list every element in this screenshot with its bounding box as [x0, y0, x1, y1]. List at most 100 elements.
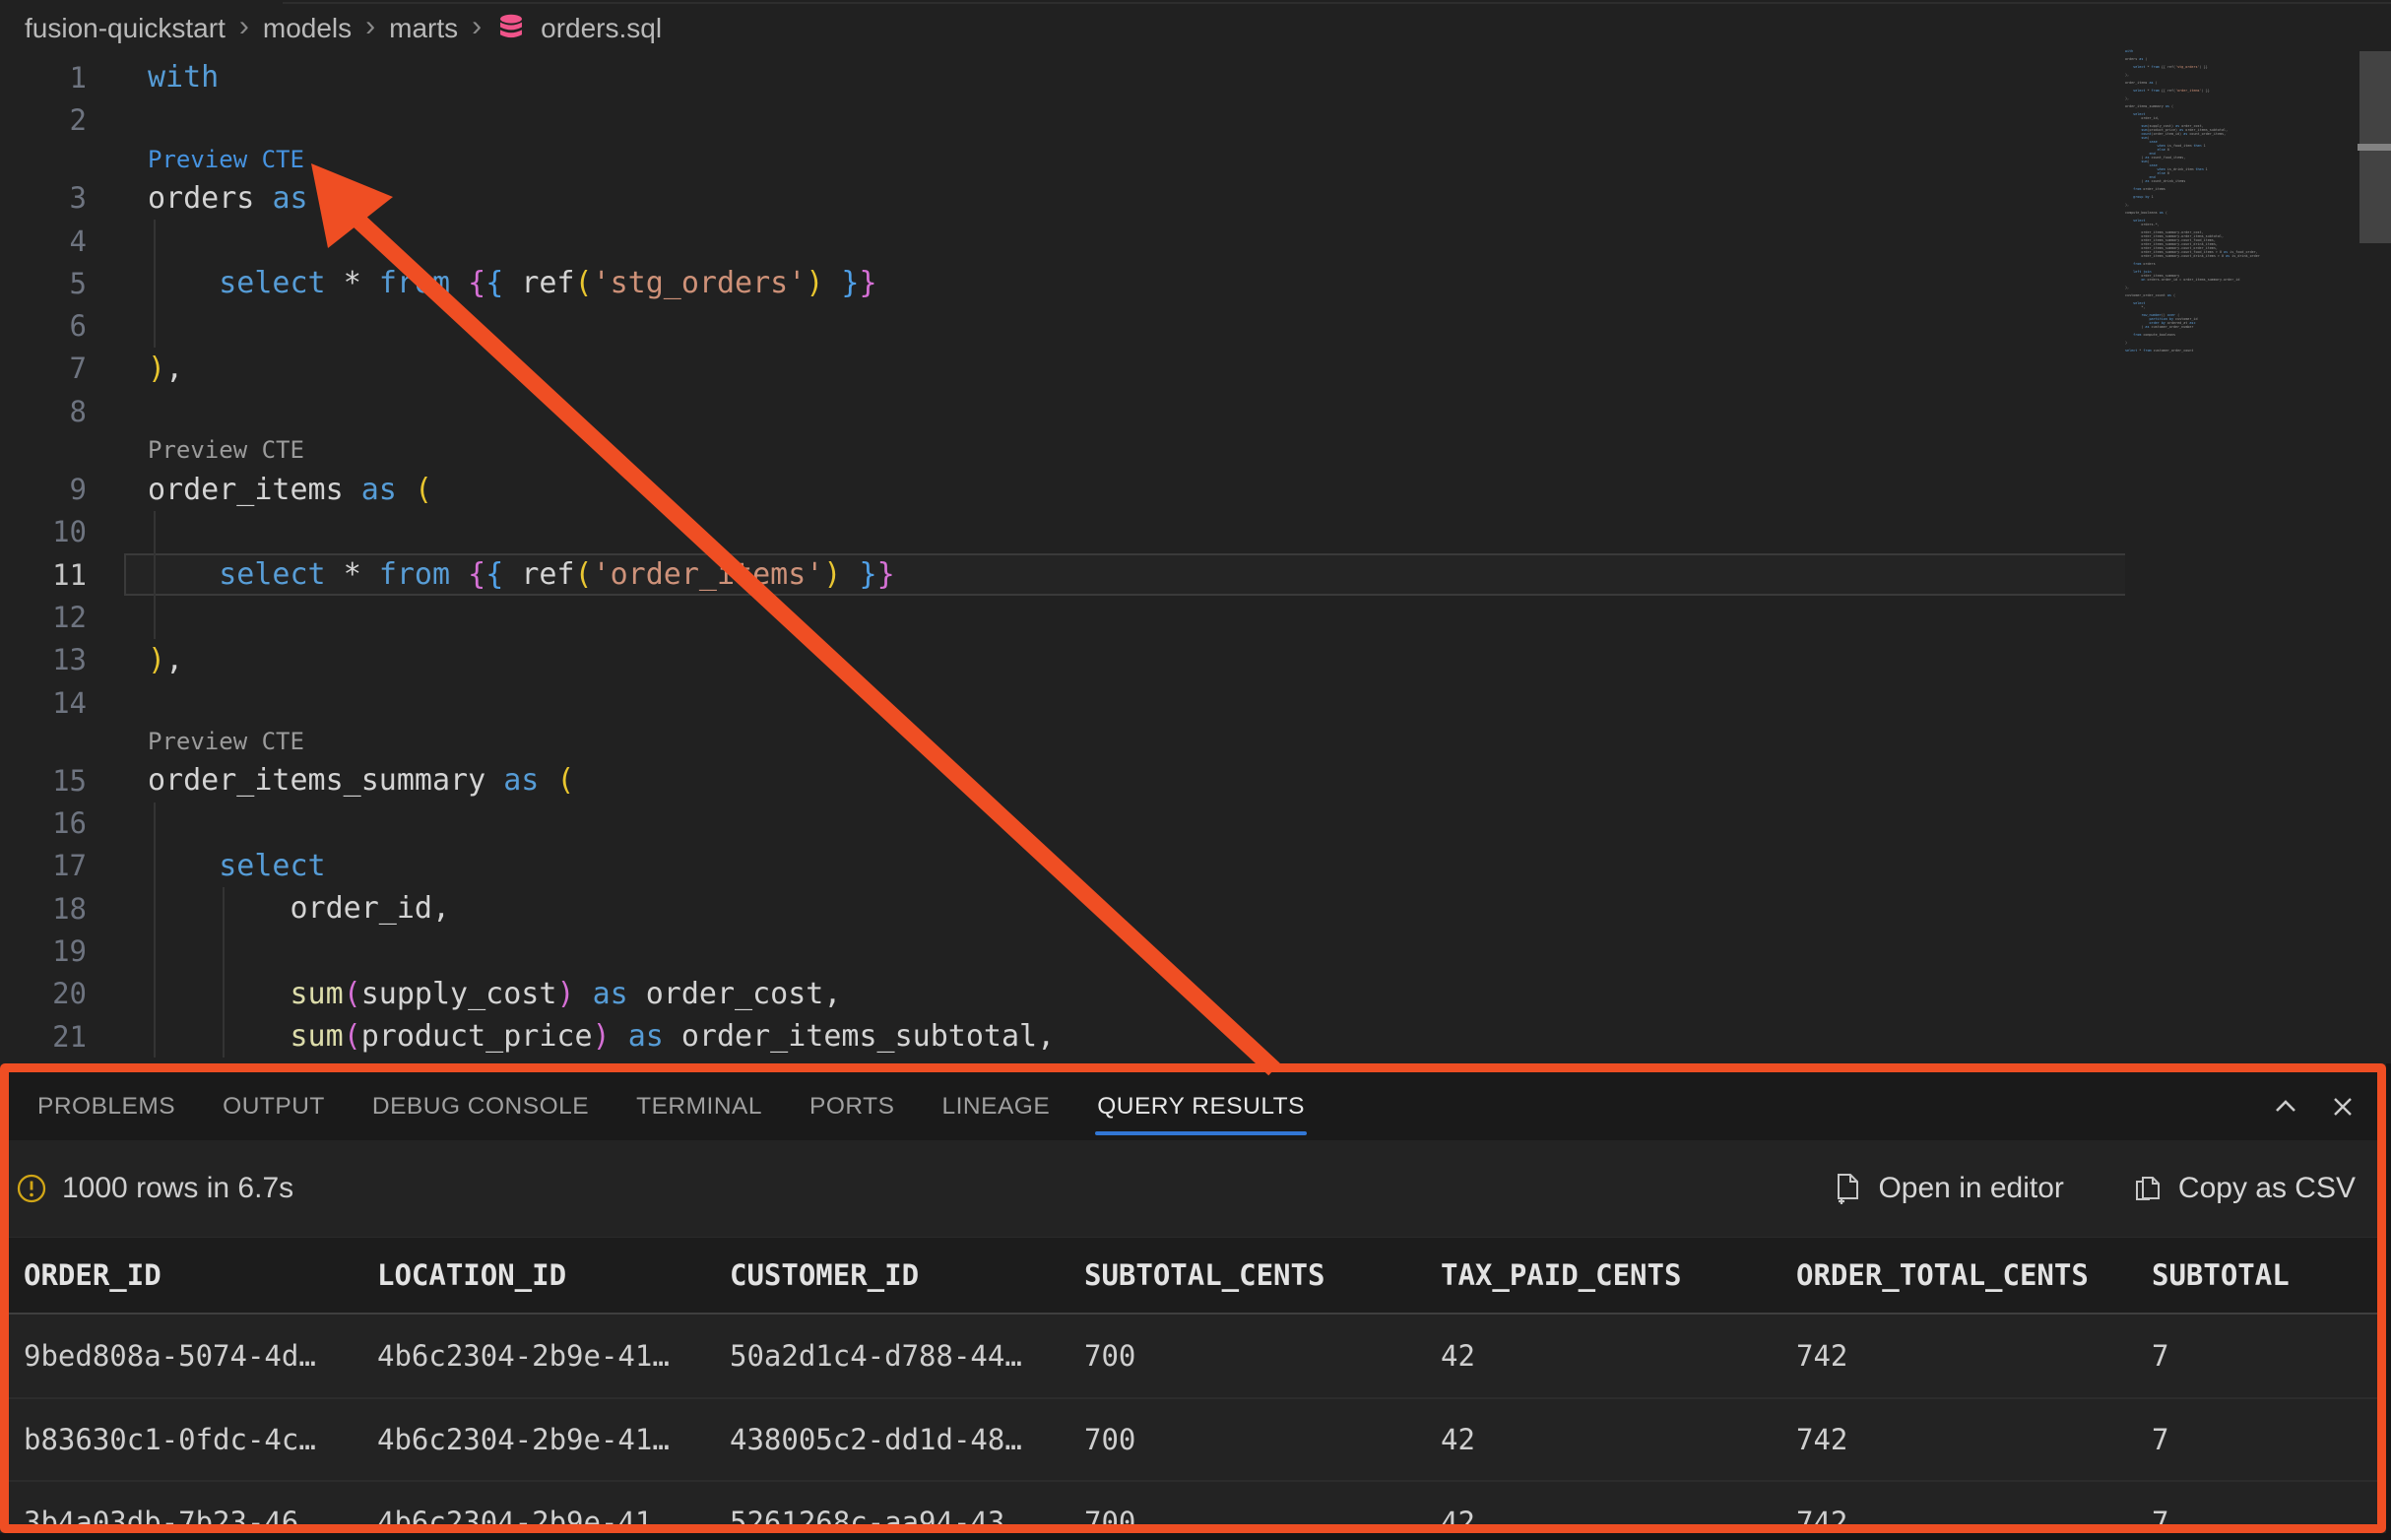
code-line[interactable]: 2	[0, 98, 2391, 141]
code-line[interactable]: 9order_items as (	[0, 468, 2391, 510]
code-token: }	[841, 557, 876, 592]
table-row[interactable]: 3b4a03db-7b23-46…4b6c2304-2b9e-41…526126…	[0, 1480, 2391, 1540]
row-count-status: 1000 rows in 6.7s	[62, 1172, 293, 1205]
line-number: 9	[0, 473, 148, 506]
code-token: as	[272, 181, 325, 216]
line-number: 3	[0, 181, 148, 215]
copy-icon	[2133, 1172, 2163, 1205]
code-token: ,	[165, 643, 183, 677]
code-line[interactable]: 8	[0, 390, 2391, 432]
code-line[interactable]: 7),	[0, 348, 2391, 390]
column-header[interactable]: ORDER_TOTAL_CENTS	[1796, 1258, 2152, 1292]
table-row[interactable]: b83630c1-0fdc-4c…4b6c2304-2b9e-41…438005…	[0, 1397, 2391, 1480]
line-number: 2	[0, 103, 148, 137]
line-number: 16	[0, 806, 148, 840]
code-line[interactable]: 11 select * from {{ ref('order_items') }…	[0, 553, 2391, 596]
table-cell: 742	[1796, 1339, 2152, 1373]
code-token: ref	[521, 266, 574, 300]
line-number: 14	[0, 686, 148, 720]
code-line[interactable]: 14	[0, 681, 2391, 724]
close-icon[interactable]	[2326, 1090, 2359, 1123]
column-header[interactable]: SUBTOTAL	[2152, 1258, 2391, 1292]
copy-as-csv-button[interactable]: Copy as CSV	[2133, 1172, 2356, 1205]
code-token: sum	[291, 977, 344, 1011]
results-table-header: ORDER_IDLOCATION_IDCUSTOMER_IDSUBTOTAL_C…	[0, 1237, 2391, 1315]
preview-cte-link[interactable]: Preview CTE	[148, 146, 304, 173]
code-token: order_items_subtotal,	[681, 1019, 1055, 1054]
code-token	[148, 849, 219, 883]
tab-terminal[interactable]: TERMINAL	[636, 1072, 762, 1140]
code-line[interactable]: 20 sum(supply_cost) as order_cost,	[0, 973, 2391, 1015]
code-token: (	[415, 473, 432, 507]
code-lens-row: Preview CTE	[0, 432, 2391, 468]
table-cell: b83630c1-0fdc-4c…	[24, 1423, 377, 1456]
tab-query-results[interactable]: QUERY RESULTS	[1097, 1072, 1305, 1140]
code-token: orders	[148, 181, 272, 216]
chevron-up-icon[interactable]	[2269, 1090, 2302, 1123]
code-line[interactable]: 18 order_id,	[0, 887, 2391, 930]
indent-guide	[154, 511, 156, 639]
minimap[interactable]: with orders as ( select * from {{ ref('s…	[2125, 49, 2268, 374]
indent-guide	[154, 802, 156, 1058]
code-line[interactable]: 13),	[0, 639, 2391, 681]
code-editor[interactable]: 1with2Preview CTE3orders as (45 select *…	[0, 0, 2391, 1063]
table-cell: 7	[2152, 1339, 2391, 1373]
column-header[interactable]: TAX_PAID_CENTS	[1441, 1258, 1796, 1292]
code-token: order_cost,	[646, 977, 842, 1011]
table-cell: 700	[1084, 1423, 1441, 1456]
code-line[interactable]: 4	[0, 220, 2391, 262]
table-cell: 7	[2152, 1423, 2391, 1456]
table-cell: 9bed808a-5074-4d…	[24, 1339, 377, 1373]
code-line[interactable]: 1with	[0, 56, 2391, 98]
code-token	[575, 977, 593, 1011]
code-line[interactable]: 15order_items_summary as (	[0, 759, 2391, 802]
code-token: from	[379, 557, 468, 592]
code-token: as	[361, 473, 415, 507]
code-token: select	[219, 266, 343, 300]
preview-cte-link[interactable]: Preview CTE	[148, 436, 304, 464]
code-token: product_price	[361, 1019, 593, 1054]
column-header[interactable]: ORDER_ID	[24, 1258, 377, 1292]
table-cell: 42	[1441, 1339, 1796, 1373]
code-token: )	[148, 643, 165, 677]
column-header[interactable]: LOCATION_ID	[377, 1258, 730, 1292]
code-token: supply_cost	[361, 977, 557, 1011]
code-token: sum	[291, 1019, 344, 1054]
code-area: 1with2Preview CTE3orders as (45 select *…	[0, 0, 2391, 1058]
tab-problems[interactable]: PROBLEMS	[37, 1072, 175, 1140]
code-token: (	[344, 1019, 361, 1054]
line-number: 20	[0, 977, 148, 1010]
code-line[interactable]: 10	[0, 511, 2391, 553]
code-line[interactable]: 16	[0, 802, 2391, 844]
code-line[interactable]: 12	[0, 596, 2391, 638]
code-token: }	[877, 557, 895, 592]
code-token: {	[468, 266, 485, 300]
open-in-editor-button[interactable]: Open in editor	[1833, 1172, 2063, 1205]
tab-ports[interactable]: PORTS	[809, 1072, 894, 1140]
code-line[interactable]: 5 select * from {{ ref('stg_orders') }}	[0, 262, 2391, 304]
column-header[interactable]: CUSTOMER_ID	[730, 1258, 1084, 1292]
code-line[interactable]: 21 sum(product_price) as order_items_sub…	[0, 1015, 2391, 1058]
table-row[interactable]: 9bed808a-5074-4d…4b6c2304-2b9e-41…50a2d1…	[0, 1315, 2391, 1397]
code-token	[148, 557, 219, 592]
code-token: *	[344, 266, 379, 300]
code-line[interactable]: 3orders as (	[0, 177, 2391, 220]
column-header[interactable]: SUBTOTAL_CENTS	[1084, 1258, 1441, 1292]
code-line[interactable]: 6	[0, 304, 2391, 347]
code-token: ,	[165, 352, 183, 386]
copy-as-csv-label: Copy as CSV	[2178, 1172, 2356, 1205]
tab-lineage[interactable]: LINEAGE	[941, 1072, 1050, 1140]
table-cell: 4b6c2304-2b9e-41…	[377, 1339, 730, 1373]
table-cell: 4b6c2304-2b9e-41…	[377, 1423, 730, 1456]
open-in-editor-label: Open in editor	[1878, 1172, 2063, 1205]
tab-output[interactable]: OUTPUT	[223, 1072, 325, 1140]
code-line[interactable]: 17 select	[0, 845, 2391, 887]
code-token: (	[575, 557, 593, 592]
code-token: (	[344, 977, 361, 1011]
code-line[interactable]: 19	[0, 930, 2391, 972]
line-number: 17	[0, 849, 148, 882]
minimap-code: with orders as ( select * from {{ ref('s…	[2125, 49, 2268, 353]
line-number: 6	[0, 309, 148, 343]
tab-debug-console[interactable]: DEBUG CONSOLE	[372, 1072, 589, 1140]
preview-cte-link[interactable]: Preview CTE	[148, 728, 304, 755]
